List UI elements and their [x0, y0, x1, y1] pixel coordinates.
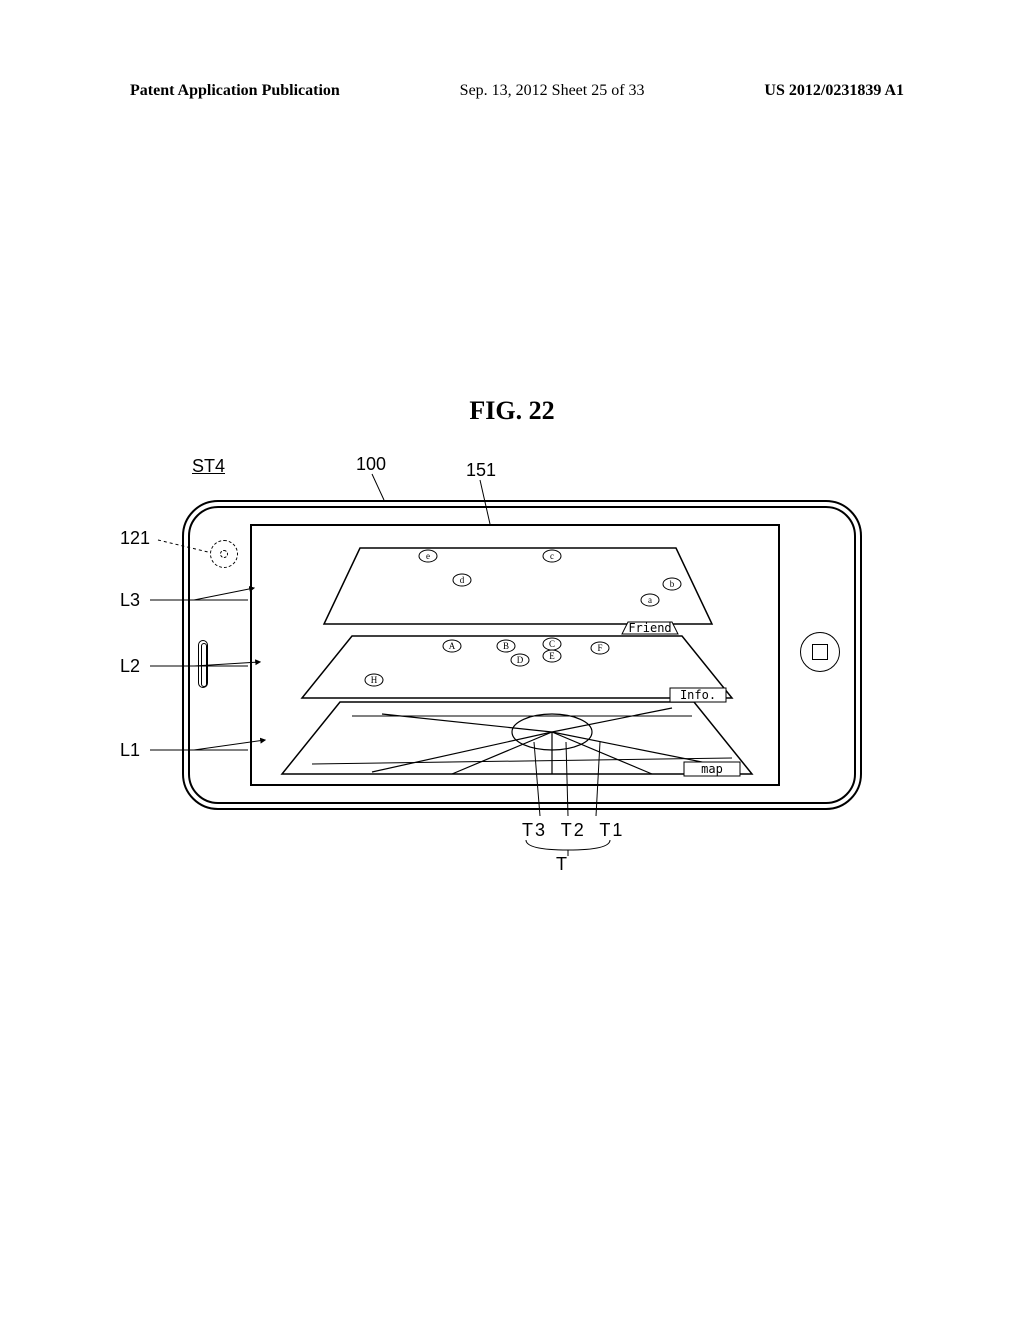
- ref-L1: L1: [120, 740, 140, 761]
- ref-L2: L2: [120, 656, 140, 677]
- ref-T1: T1: [599, 820, 624, 840]
- phone-screen: map A B C D E F H Info.: [250, 524, 780, 786]
- tag-info: Info.: [680, 688, 716, 702]
- point-E: E: [549, 651, 555, 661]
- point-b: b: [670, 579, 675, 589]
- ref-151: 151: [466, 460, 496, 481]
- ref-T-group: T3 T2 T1: [522, 820, 624, 841]
- camera-lens-icon: [220, 550, 228, 558]
- point-a: a: [648, 595, 652, 605]
- layer-L2: A B C D E F H Info.: [302, 636, 732, 702]
- figure-diagram: ST4 100 151 121 L3 L2 L1: [120, 440, 900, 860]
- point-d: d: [460, 575, 465, 585]
- header-publication: Patent Application Publication: [130, 82, 340, 100]
- point-c: c: [550, 551, 554, 561]
- point-B: B: [503, 641, 509, 651]
- point-D: D: [517, 655, 524, 665]
- point-C: C: [549, 639, 555, 649]
- layer-L3: a b c d e Friend: [324, 548, 712, 635]
- ref-121: 121: [120, 528, 150, 549]
- header-date-sheet: Sep. 13, 2012 Sheet 25 of 33: [460, 82, 645, 100]
- home-button-square-icon: [812, 644, 828, 660]
- ref-L3: L3: [120, 590, 140, 611]
- figure-title: FIG. 22: [0, 396, 1024, 426]
- ref-100: 100: [356, 454, 386, 475]
- ref-T: T: [556, 854, 567, 875]
- ref-T3: T3: [522, 820, 547, 840]
- tag-map: map: [701, 762, 723, 776]
- tag-friend: Friend: [628, 621, 671, 635]
- layers-svg: map A B C D E F H Info.: [252, 526, 782, 788]
- point-F: F: [597, 643, 602, 653]
- point-A: A: [449, 641, 456, 651]
- point-e: e: [426, 551, 430, 561]
- ref-ST4: ST4: [192, 456, 225, 477]
- layer-L1: map: [282, 702, 752, 776]
- speaker-icon: [198, 640, 208, 688]
- point-H: H: [371, 675, 378, 685]
- header-pubnumber: US 2012/0231839 A1: [764, 82, 904, 100]
- ref-T2: T2: [561, 820, 586, 840]
